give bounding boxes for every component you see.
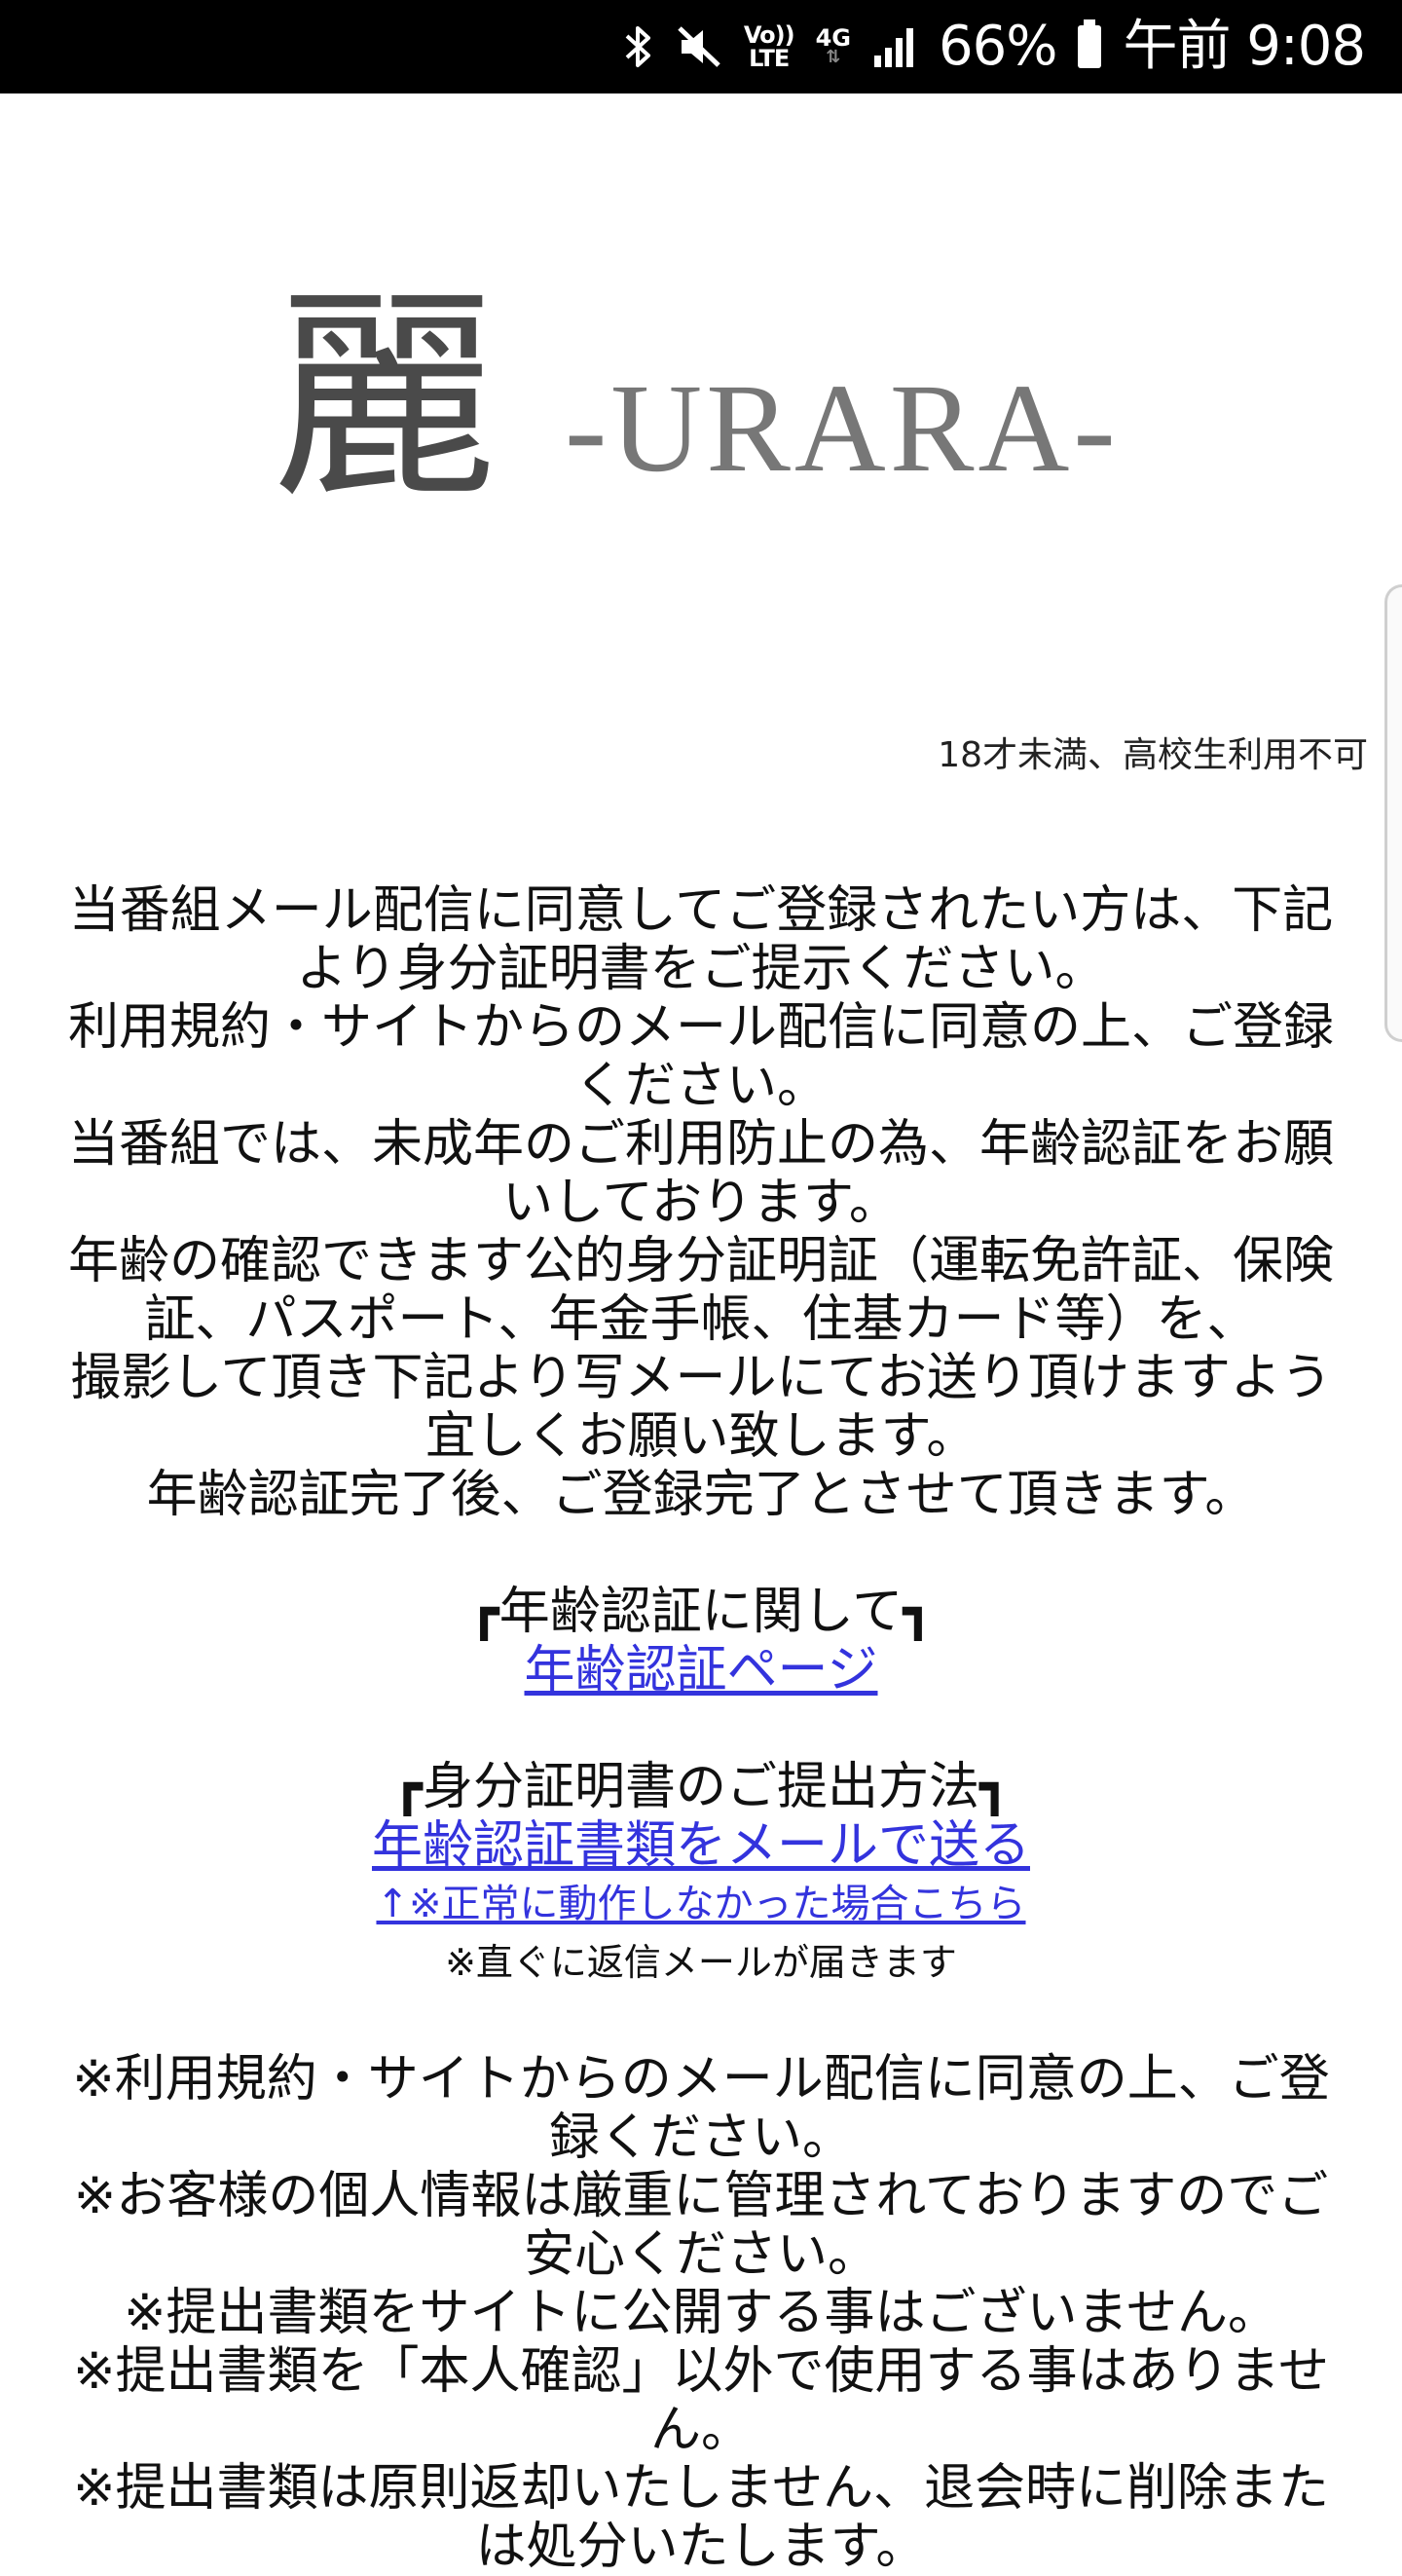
logo-roman: -URARA-	[565, 358, 1120, 499]
submit-heading: ┏身分証明書のご提出方法┓	[391, 1758, 1011, 1816]
battery-icon	[1078, 19, 1102, 68]
send-documents-email-link[interactable]: 年齢認証書類をメールで送る	[372, 1816, 1030, 1875]
intro-paragraph: 当番組メール配信に同意してご登録されたい方は、下記より身分証明書をご提示ください…	[68, 881, 1334, 998]
intro-paragraph: 利用規約・サイトからのメール配信に同意の上、ご登録ください。	[67, 998, 1334, 1115]
logo-kanji: 麗	[273, 269, 498, 529]
volte-icon: Vo)) LTE	[744, 23, 795, 72]
status-bar: Vo)) LTE 4G ⇅ 66% 午前 9:08	[0, 0, 1402, 93]
battery-percent: 66%	[938, 15, 1057, 78]
age-verify-page-link[interactable]: 年齢認証ページ	[525, 1641, 878, 1699]
volte-line2: LTE	[749, 45, 790, 72]
scrollbar-handle[interactable]	[1384, 584, 1402, 1042]
age-verify-heading: ┏年齢認証に関して┓	[468, 1583, 934, 1641]
notice-item: ※提出書類は原則返却いたしません、退会時に削除または処分いたします。	[72, 2459, 1329, 2576]
intro-paragraph: 撮影して頂き下記より写メールにてお送り頂けますよう宜しくお願い致します。	[70, 1349, 1332, 1466]
main-content: 当番組メール配信に同意してご登録されたい方は、下記より身分証明書をご提示ください…	[49, 881, 1353, 2576]
4g-icon: 4G ⇅	[815, 24, 851, 67]
age-restriction-notice: 18才未満、高校生利用不可	[938, 735, 1368, 775]
intro-paragraph: 年齢の確認できます公的身分証明証（運転免許証、保険証、パスポート、年金手帳、住基…	[67, 1232, 1334, 1349]
signal-icon	[872, 24, 917, 69]
notice-item: ※提出書類を「本人確認」以外で使用する事はありません。	[72, 2342, 1329, 2459]
reply-note: ※直ぐに返信メールが届きます	[445, 1941, 957, 1984]
clock: 午前 9:08	[1123, 15, 1366, 78]
intro-paragraph: 当番組では、未成年のご利用防止の為、年齢認証をお願いしております。	[67, 1115, 1334, 1232]
fallback-link[interactable]: ↑※正常に動作しなかった場合こちら	[376, 1882, 1025, 1926]
notice-item: ※お客様の個人情報は厳重に管理されておりますのでご安心ください。	[73, 2167, 1329, 2284]
mute-icon	[674, 22, 722, 71]
notice-item: ※利用規約・サイトからのメール配信に同意の上、ご登録ください。	[72, 2050, 1330, 2167]
site-logo: 麗 -URARA-	[273, 273, 1149, 526]
notice-item: ※提出書類をサイトに公開する事はございません。	[123, 2284, 1278, 2342]
intro-paragraph: 年齢認証完了後、ご登録完了とさせて頂きます。	[146, 1466, 1256, 1524]
bluetooth-icon	[623, 22, 652, 71]
